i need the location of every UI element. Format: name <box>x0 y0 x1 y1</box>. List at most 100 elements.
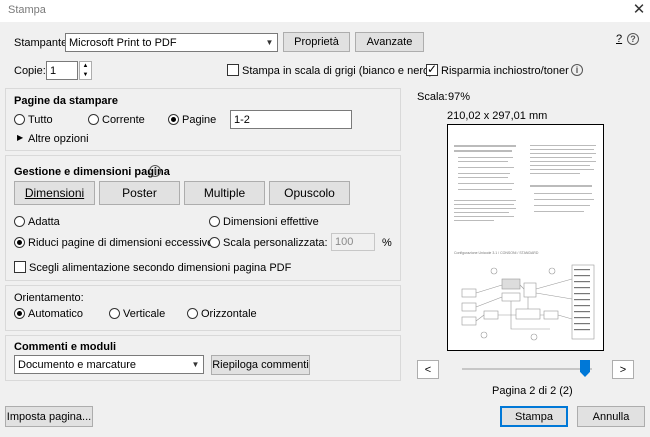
paper-source-checkbox[interactable] <box>14 261 26 273</box>
close-icon[interactable]: ✕ <box>628 0 650 22</box>
chevron-down-icon[interactable]: ▼ <box>80 71 91 79</box>
page-range-input[interactable]: 1-2 <box>230 110 352 129</box>
custom-scale-input[interactable]: 100 <box>331 233 375 251</box>
orientation-title: Orientamento: <box>14 292 84 304</box>
info-icon[interactable]: i <box>571 64 583 76</box>
page-slider-thumb[interactable] <box>580 360 590 377</box>
help-link[interactable]: ? <box>616 33 622 45</box>
all-pages-radio[interactable] <box>14 114 25 125</box>
actual-size-label[interactable]: Dimensioni effettive <box>223 216 319 228</box>
copies-input[interactable]: 1 <box>46 61 78 80</box>
summarize-comments-button[interactable]: Riepiloga commenti <box>211 355 310 375</box>
preview-text-line <box>534 211 584 212</box>
cancel-button[interactable]: Annulla <box>577 406 645 427</box>
chevron-down-icon: ▼ <box>265 38 274 47</box>
tab-dimensioni-label: Dimensioni <box>24 186 85 200</box>
question-circle-icon[interactable]: ? <box>627 33 639 45</box>
page-handling-title: Gestione e dimensioni pagina <box>14 166 170 178</box>
paper-source-label[interactable]: Scegli alimentazione secondo dimensioni … <box>29 262 291 274</box>
preview-text-line <box>454 212 509 213</box>
print-button[interactable]: Stampa <box>500 406 568 427</box>
pages-radio[interactable] <box>168 114 179 125</box>
fit-radio[interactable] <box>14 216 25 227</box>
comments-select[interactable]: Documento e marcature ▼ <box>14 355 204 374</box>
next-page-button[interactable]: > <box>612 360 634 379</box>
advanced-button[interactable]: Avanzate <box>355 32 424 52</box>
actual-size-radio[interactable] <box>209 216 220 227</box>
preview-text-line <box>454 208 516 209</box>
tab-poster[interactable]: Poster <box>99 181 180 205</box>
shrink-radio[interactable] <box>14 237 25 248</box>
preview-text-line <box>454 145 516 147</box>
previous-page-button[interactable]: < <box>417 360 439 379</box>
save-ink-label[interactable]: Risparmia inchiostro/toner <box>441 65 569 77</box>
preview-text-line <box>458 177 508 178</box>
preview-text-line <box>458 161 508 162</box>
grayscale-checkbox[interactable] <box>227 64 239 76</box>
preview-text-line <box>454 200 516 201</box>
comments-title: Commenti e moduli <box>14 341 117 353</box>
preview-text-line <box>454 150 512 152</box>
page-setup-button[interactable]: Imposta pagina... <box>5 406 93 427</box>
info-icon[interactable]: i <box>149 165 161 177</box>
preview-text-line <box>530 161 596 162</box>
chevron-down-icon: ▼ <box>191 360 200 369</box>
copies-stepper[interactable]: ▲ ▼ <box>79 61 92 80</box>
preview-text-line <box>530 169 594 170</box>
preview-diagram-heading: Configurazione Unicode 3.1 / CONSONI / S… <box>454 251 539 255</box>
printer-label: Stampante: <box>14 37 71 49</box>
percent-label: % <box>382 237 392 249</box>
preview-text-line <box>530 149 594 150</box>
portrait-label[interactable]: Verticale <box>123 308 165 320</box>
preview-text-line <box>530 185 592 187</box>
custom-scale-value: 100 <box>335 236 354 248</box>
preview-text-line <box>458 189 512 190</box>
window-title: Stampa <box>8 4 46 16</box>
tab-multiple[interactable]: Multiple <box>184 181 265 205</box>
properties-button[interactable]: Proprietà <box>283 32 350 52</box>
copies-value: 1 <box>50 64 57 77</box>
auto-orientation-label[interactable]: Automatico <box>28 308 83 320</box>
pages-section-title: Pagine da stampare <box>14 95 118 107</box>
preview-text-line <box>454 216 514 217</box>
custom-scale-radio[interactable] <box>209 237 220 248</box>
paper-size: 210,02 x 297,01 mm <box>447 110 548 122</box>
preview-text-line <box>530 173 580 174</box>
page-slider-track[interactable] <box>462 368 592 370</box>
preview-text-line <box>530 157 592 158</box>
preview-text-line <box>530 145 596 146</box>
preview-text-line <box>454 204 514 205</box>
caret-right-icon[interactable]: ▶ <box>17 133 23 142</box>
tab-dimensioni[interactable]: Dimensioni <box>14 181 95 205</box>
preview-text-line <box>458 157 513 158</box>
printer-select[interactable]: Microsoft Print to PDF ▼ <box>65 33 278 52</box>
pages-radio-label[interactable]: Pagine <box>182 114 216 126</box>
tab-opuscolo[interactable]: Opuscolo <box>269 181 350 205</box>
grayscale-label[interactable]: Stampa in scala di grigi (bianco e nero) <box>242 65 433 77</box>
comments-selected-value: Documento e marcature <box>18 358 136 371</box>
landscape-radio[interactable] <box>187 308 198 319</box>
current-page-radio[interactable] <box>88 114 99 125</box>
scale-value: 97% <box>448 91 471 103</box>
preview-text-line <box>534 199 594 200</box>
landscape-label[interactable]: Orizzontale <box>201 308 257 320</box>
preview-text-line <box>458 173 510 174</box>
page-preview: Configurazione Unicode 3.1 / CONSONI / S… <box>447 124 604 351</box>
preview-diagram <box>461 264 595 341</box>
auto-orientation-radio[interactable] <box>14 308 25 319</box>
custom-scale-label[interactable]: Scala personalizzata: <box>223 237 328 249</box>
scale-label: Scala: <box>417 91 448 103</box>
save-ink-checkbox[interactable] <box>426 62 438 76</box>
fit-label[interactable]: Adatta <box>28 216 60 228</box>
preview-text-line <box>530 153 596 154</box>
portrait-radio[interactable] <box>109 308 120 319</box>
preview-text-line <box>534 193 592 194</box>
all-pages-label[interactable]: Tutto <box>28 114 53 126</box>
preview-text-line <box>530 165 590 166</box>
shrink-label[interactable]: Riduci pagine di dimensioni eccessive <box>28 237 213 249</box>
chevron-up-icon[interactable]: ▲ <box>80 62 91 70</box>
preview-text-line <box>458 183 514 184</box>
current-page-label[interactable]: Corrente <box>102 114 145 126</box>
more-options-link[interactable]: Altre opzioni <box>28 133 89 145</box>
preview-text-line <box>458 167 514 168</box>
